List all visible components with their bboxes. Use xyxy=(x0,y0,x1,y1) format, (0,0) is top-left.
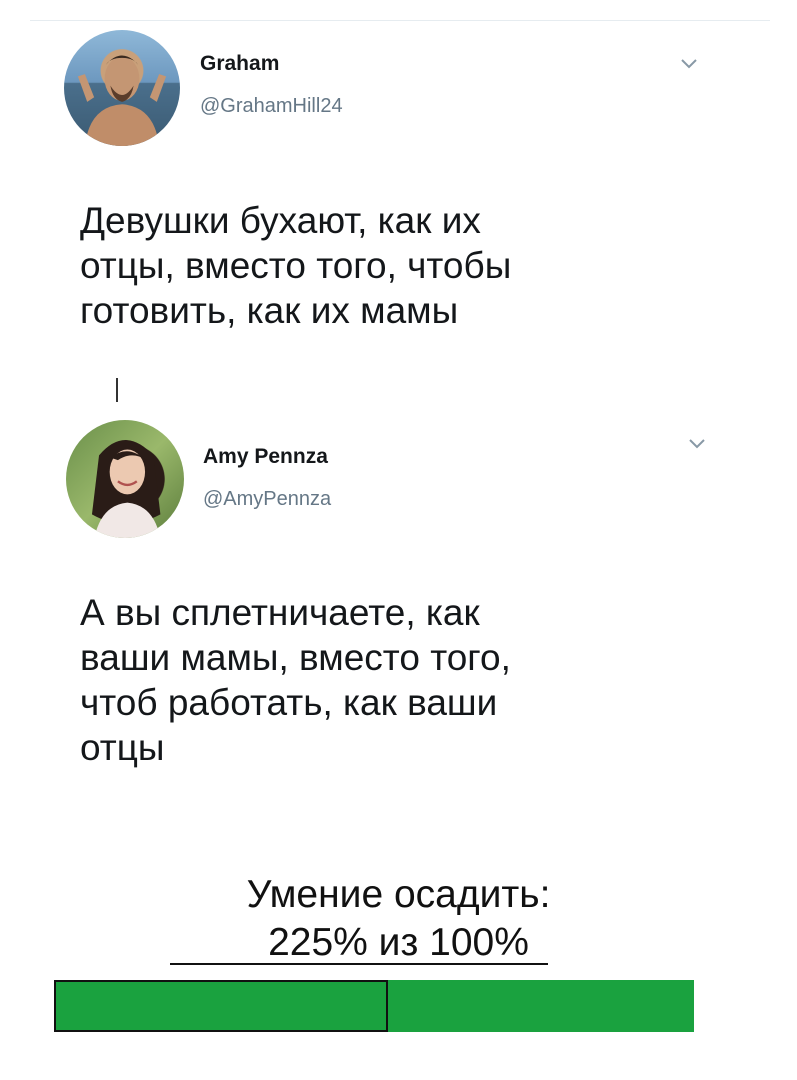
chevron-down-icon[interactable] xyxy=(686,432,708,454)
tweet-text: А вы сплетничаете, как ваши мамы, вместо… xyxy=(80,592,511,768)
avatar[interactable] xyxy=(64,30,180,146)
author-name[interactable]: Amy Pennza xyxy=(203,445,328,469)
tweet-text: Девушки бухают, как их отцы, вместо того… xyxy=(80,200,512,331)
thread-line xyxy=(116,378,118,402)
author-handle[interactable]: @GrahamHill24 xyxy=(200,95,343,118)
caption-underline xyxy=(170,963,548,965)
top-divider xyxy=(30,20,770,21)
meme-caption-value: 225% из 100% xyxy=(268,921,529,964)
author-name[interactable]: Graham xyxy=(200,52,279,76)
progress-bar-frame xyxy=(54,980,388,1032)
avatar[interactable] xyxy=(66,420,184,538)
avatar-graham-image xyxy=(77,55,167,146)
avatar-amy-image xyxy=(91,440,161,538)
chevron-down-icon[interactable] xyxy=(678,52,700,74)
meme-caption-title: Умение осадить: xyxy=(246,873,551,916)
author-handle[interactable]: @AmyPennza xyxy=(203,488,331,511)
